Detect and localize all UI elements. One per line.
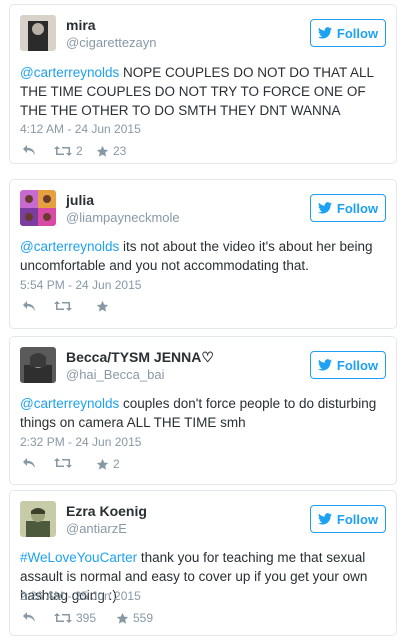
like-button[interactable]: 23 [96, 144, 126, 158]
twitter-bird-icon [317, 202, 332, 214]
retweet-button[interactable]: 395 [54, 611, 96, 625]
avatar[interactable] [20, 15, 56, 51]
follow-button[interactable]: Follow [310, 505, 386, 533]
tweet-text: @carterreynolds NOPE COUPLES DO NOT DO T… [20, 63, 386, 120]
tweet-card-ezra: Ezra Koenig @antiarzE Follow #WeLoveYouC… [9, 490, 397, 636]
follow-button[interactable]: Follow [310, 351, 386, 379]
like-count: 2 [113, 457, 120, 471]
user-handle[interactable]: @cigarettezayn [66, 35, 157, 50]
user-handle[interactable]: @hai_Becca_bai [66, 367, 164, 382]
tweet-text: @carterreynolds couples don't force peop… [20, 394, 386, 432]
reply-button[interactable] [22, 457, 36, 469]
retweet-button[interactable]: 2 [54, 144, 83, 158]
reply-icon [23, 145, 35, 155]
reply-button[interactable] [22, 300, 36, 312]
retweet-count: 395 [76, 611, 97, 625]
like-star-icon [96, 458, 109, 470]
user-handle[interactable]: @antiarzE [66, 521, 127, 536]
tweet-timestamp[interactable]: 2:26 AM - 25 Jun 2015 [20, 589, 141, 603]
tweet-header: Ezra Koenig @antiarzE Follow [20, 501, 386, 537]
tweet-header: mira @cigarettezayn Follow [20, 15, 386, 51]
like-count: 23 [113, 144, 127, 158]
avatar[interactable] [20, 190, 56, 226]
follow-label: Follow [336, 200, 379, 216]
retweet-icon [54, 613, 72, 623]
tweet-card-becca: Becca/TYSM JENNA♡ @hai_Becca_bai Follow … [9, 336, 397, 485]
mention-link[interactable]: @carterreynolds [20, 65, 119, 80]
like-count: 559 [133, 611, 154, 625]
retweet-icon [54, 146, 72, 156]
like-star-icon [96, 145, 109, 157]
display-name[interactable]: Becca/TYSM JENNA♡ [66, 349, 214, 366]
tweet-timestamp[interactable]: 2:32 PM - 24 Jun 2015 [20, 435, 141, 449]
follow-label: Follow [336, 357, 379, 373]
reply-icon [23, 458, 35, 468]
tweet-card-mira: mira @cigarettezayn Follow @carterreynol… [9, 4, 397, 164]
follow-label: Follow [336, 511, 379, 527]
retweet-count: 2 [76, 144, 83, 158]
display-name[interactable]: julia [66, 192, 94, 208]
follow-button[interactable]: Follow [310, 19, 386, 47]
like-button[interactable]: 2 [96, 457, 120, 471]
avatar[interactable] [20, 347, 56, 383]
like-star-icon [116, 612, 129, 624]
tweet-header: julia @liampayneckmole Follow [20, 190, 386, 226]
mention-link[interactable]: @carterreynolds [20, 396, 119, 411]
retweet-icon [54, 301, 72, 311]
reply-icon [23, 301, 35, 311]
tweet-timestamp[interactable]: 4:12 AM - 24 Jun 2015 [20, 122, 141, 136]
display-name[interactable]: Ezra Koenig [66, 503, 147, 519]
reply-button[interactable] [22, 144, 36, 156]
reply-icon [23, 612, 35, 622]
hashtag-link[interactable]: #WeLoveYouCarter [20, 550, 137, 565]
follow-label: Follow [336, 25, 379, 41]
twitter-bird-icon [317, 359, 332, 371]
twitter-bird-icon [317, 27, 332, 39]
tweet-header: Becca/TYSM JENNA♡ @hai_Becca_bai Follow [20, 347, 386, 383]
like-button[interactable]: 559 [116, 611, 153, 625]
retweet-icon [54, 458, 72, 468]
tweet-text: @carterreynolds its not about the video … [20, 237, 386, 275]
reply-button[interactable] [22, 611, 36, 623]
like-star-icon [96, 300, 109, 312]
user-handle[interactable]: @liampayneckmole [66, 210, 180, 225]
tweet-card-julia: julia @liampayneckmole Follow @carterrey… [9, 179, 397, 329]
display-name[interactable]: mira [66, 17, 96, 33]
avatar[interactable] [20, 501, 56, 537]
retweet-button[interactable] [54, 300, 76, 312]
like-button[interactable] [96, 300, 113, 313]
mention-link[interactable]: @carterreynolds [20, 239, 119, 254]
tweet-timestamp[interactable]: 5:54 PM - 24 Jun 2015 [20, 278, 141, 292]
follow-button[interactable]: Follow [310, 194, 386, 222]
twitter-bird-icon [317, 513, 332, 525]
retweet-button[interactable] [54, 457, 76, 469]
